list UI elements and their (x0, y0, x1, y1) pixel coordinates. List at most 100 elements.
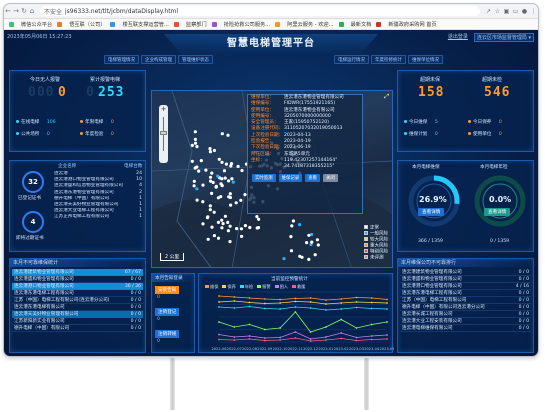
elevator-pin[interactable] (236, 164, 240, 168)
realtime-monitor-button[interactable]: 实时监测 (252, 173, 276, 182)
address-bar[interactable]: 不安全 js96333.net/tlt/jcbm/dataDisplay.htm… (40, 6, 480, 16)
elevator-pin[interactable] (210, 191, 214, 195)
bookmark-item[interactable]: 新疆政府采购网 首页 (376, 21, 437, 28)
elevator-pin[interactable] (223, 176, 227, 180)
elevator-pin[interactable] (231, 180, 235, 184)
elevator-pin[interactable] (220, 218, 224, 222)
nav-tab[interactable]: 维保单位情况 (408, 55, 443, 64)
elevator-pin[interactable] (282, 257, 286, 261)
table-row[interactable]: 连云港东港电梯有限公司 0 / 0 (12, 304, 143, 311)
checkbox-icon[interactable] (364, 225, 368, 229)
elevator-pin[interactable] (212, 210, 216, 214)
elevator-pin[interactable] (197, 169, 201, 173)
elevator-pin[interactable] (206, 237, 210, 241)
bookmark-item[interactable]: 微信公众平台 (9, 21, 52, 28)
elevator-pin[interactable] (212, 148, 216, 153)
elevator-pin[interactable] (226, 220, 230, 224)
table-row[interactable]: 德升电梯（中国）有限公司连云港分公司 0 / 0 (400, 304, 531, 311)
elevator-pin[interactable] (216, 236, 221, 240)
elevator-pin[interactable] (204, 168, 208, 172)
table-row[interactable]: 德升电梯（中国）有限公司 0 / 0 (12, 325, 143, 332)
map-view[interactable]: + 维保单位： 连云港东港物业管理有限公司 维保编号： FIDWR(175519211… (151, 90, 393, 268)
zoom-slider-knob[interactable] (160, 131, 167, 135)
bookmark-item[interactable]: 楼互联支撑运营管... (110, 21, 169, 28)
bookmark-item[interactable]: 监察部门 (173, 21, 207, 28)
elevator-pin[interactable] (208, 208, 212, 212)
bookmark-item[interactable]: 抢险抢救公司服务... (211, 21, 270, 28)
elevator-pin[interactable] (239, 227, 243, 231)
table-row[interactable]: 江苏新阳新实业有限公司 0 / 0 (12, 318, 143, 325)
elevator-pin[interactable] (220, 226, 224, 230)
elevator-pin[interactable] (206, 215, 210, 219)
logout-link[interactable]: 退出登录 (448, 33, 468, 42)
elevator-pin[interactable] (248, 225, 252, 230)
elevator-pin[interactable] (315, 238, 319, 242)
elevator-pin[interactable] (243, 224, 247, 228)
elevator-pin[interactable] (195, 165, 199, 169)
table-row[interactable]: 连云港建筑物业管理有限公司 67 / 67 (12, 269, 143, 276)
elevator-pin[interactable] (298, 254, 302, 258)
extensions-icon[interactable]: ▣ (502, 8, 511, 15)
elevator-pin[interactable] (193, 130, 197, 134)
table-row[interactable]: 连云港电梯维保有限公司 0 / 0 (400, 325, 531, 332)
install-notice-badge[interactable]: 安装告知 (155, 286, 180, 294)
back-arrow-icon[interactable]: ← (4, 7, 12, 15)
elevator-pin[interactable] (226, 133, 230, 137)
star-icon[interactable]: ☆ (493, 8, 502, 15)
view-button[interactable]: 查看 (305, 173, 320, 182)
home-icon[interactable]: ⌂ (28, 7, 36, 15)
checkbox-icon[interactable] (364, 231, 368, 235)
reload-icon[interactable]: ↻ (20, 7, 28, 15)
nav-tab[interactable]: 年度检修统计 (371, 55, 406, 64)
elevator-pin[interactable] (220, 132, 224, 136)
elevator-pin[interactable] (221, 222, 225, 226)
elevator-pin[interactable] (226, 229, 230, 233)
table-row[interactable]: 连云港盛和物业管理有限公司 0 / 0 (12, 276, 143, 283)
elevator-pin[interactable] (305, 241, 309, 245)
elevator-pin[interactable] (235, 227, 239, 231)
table-row[interactable]: 连云港天美好物业管理有限公司 0 / 0 (12, 311, 143, 318)
elevator-pin[interactable] (316, 243, 320, 247)
elevator-pin[interactable] (307, 233, 311, 237)
table-row[interactable]: 连云港建筑物业管理有限公司 0 / 0 (400, 269, 531, 276)
elevator-pin[interactable] (229, 162, 234, 166)
elevator-pin[interactable] (227, 179, 231, 183)
elevator-pin[interactable] (229, 203, 233, 207)
elevator-pin[interactable] (290, 224, 294, 228)
elevator-pin[interactable] (313, 253, 317, 257)
table-row[interactable]: 连云港长城工程有限公司 0 / 0 (400, 311, 531, 318)
elevator-pin[interactable] (234, 201, 238, 205)
elevator-pin[interactable] (210, 225, 214, 229)
nav-tab[interactable]: 企业构成管理 (141, 55, 176, 64)
elevator-pin[interactable] (190, 159, 194, 163)
elevator-pin[interactable] (201, 200, 205, 204)
table-row[interactable]: 连云港东港电梯工程有限公司 0 / 0 (400, 290, 531, 297)
elevator-pin[interactable] (291, 219, 295, 223)
elevator-pin[interactable] (228, 240, 232, 244)
elevator-pin[interactable] (255, 226, 259, 230)
maint-record-button[interactable]: 维保记录 (278, 173, 303, 182)
checkbox-icon[interactable] (364, 243, 368, 247)
elevator-pin[interactable] (209, 179, 213, 183)
cancel-transfer-badge[interactable]: 注销转规 (155, 330, 180, 338)
close-popup-button[interactable]: 关闭 (322, 173, 338, 182)
elevator-pin[interactable] (224, 162, 228, 166)
elevator-pin[interactable] (217, 157, 221, 161)
elevator-pin[interactable] (240, 168, 244, 173)
elevator-pin[interactable] (222, 169, 226, 173)
bookmark-item[interactable]: 阿里云服务 - 欢迎... (275, 21, 334, 28)
inspect-detail-button[interactable]: 查看详情 (484, 208, 511, 216)
elevator-pin[interactable] (208, 147, 212, 151)
elevator-pin[interactable] (310, 240, 314, 244)
elevator-pin[interactable] (201, 183, 205, 187)
table-row[interactable]: 连云港大业工程安装有限公司 0 / 0 (400, 318, 531, 325)
elevator-pin[interactable] (210, 171, 214, 175)
table-row[interactable]: 连云港港口物业管理有限公司 36 / 36 (12, 283, 143, 290)
cancel-register-badge[interactable]: 注销登记 (155, 308, 180, 316)
nav-tab[interactable]: 管理维护状态 (178, 55, 213, 64)
elevator-pin[interactable] (239, 198, 243, 202)
elevator-pin[interactable] (228, 224, 232, 228)
elevator-pin[interactable] (220, 160, 224, 164)
elevator-pin[interactable] (223, 214, 227, 218)
elevator-pin[interactable] (195, 145, 199, 149)
